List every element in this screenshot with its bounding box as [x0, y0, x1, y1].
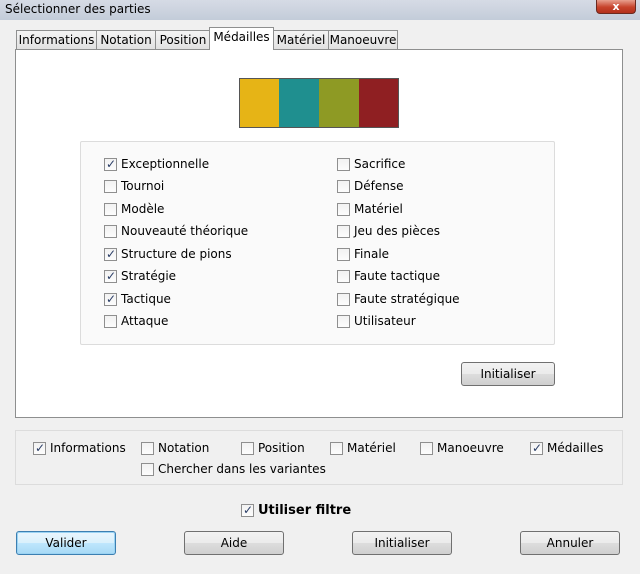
medal-materiel-checkbox[interactable]: Matériel: [337, 202, 403, 216]
checkbox-box[interactable]: [104, 157, 117, 171]
checkbox-label: Manoeuvre: [437, 441, 504, 455]
checkbox-label: Notation: [158, 441, 210, 455]
checkbox-box[interactable]: [104, 179, 117, 193]
validate-button[interactable]: Valider: [16, 531, 116, 555]
checkbox-box[interactable]: [104, 292, 117, 306]
filter-informations-checkbox[interactable]: Informations: [33, 441, 126, 455]
checkbox-box[interactable]: [337, 247, 350, 261]
checkbox-label: Stratégie: [121, 269, 177, 283]
medal-utilisateur-checkbox[interactable]: Utilisateur: [337, 314, 416, 328]
window-titlebar: Sélectionner des parties x: [0, 0, 640, 20]
filter-position-checkbox[interactable]: Position: [241, 441, 305, 455]
checkbox-box[interactable]: [337, 292, 350, 306]
window-title: Sélectionner des parties: [5, 2, 151, 16]
checkbox-box[interactable]: [337, 179, 350, 193]
medal-attaque-checkbox[interactable]: Attaque: [104, 314, 168, 328]
tab-position[interactable]: Position: [155, 30, 211, 49]
filter-notation-checkbox[interactable]: Notation: [141, 441, 209, 455]
checkbox-box[interactable]: [33, 441, 46, 455]
checkbox-box[interactable]: [337, 224, 350, 238]
reset-button[interactable]: Initialiser: [352, 531, 452, 555]
checkbox-label: Tactique: [121, 292, 171, 306]
checkbox-label: Faute tactique: [354, 269, 440, 283]
tab-label: Notation: [100, 33, 152, 47]
medal-defense-checkbox[interactable]: Défense: [337, 179, 403, 193]
checkbox-label: Tournoi: [121, 179, 165, 193]
medal-nouveaute-checkbox[interactable]: Nouveauté théorique: [104, 224, 248, 238]
checkbox-box[interactable]: [104, 247, 117, 261]
checkbox-box[interactable]: [104, 314, 117, 328]
checkbox-label: Finale: [354, 247, 390, 261]
tab-label: Matériel: [276, 33, 326, 47]
checkbox-box[interactable]: [420, 441, 433, 455]
medal-finale-checkbox[interactable]: Finale: [337, 247, 389, 261]
checkbox-label: Utilisateur: [354, 314, 416, 328]
medal-structure-checkbox[interactable]: Structure de pions: [104, 247, 232, 261]
medal-faute-tactique-checkbox[interactable]: Faute tactique: [337, 269, 440, 283]
close-button[interactable]: x: [596, 0, 636, 14]
checkbox-label: Modèle: [121, 202, 165, 216]
medal-jeu-pieces-checkbox[interactable]: Jeu des pièces: [337, 224, 440, 238]
medal-strategie-checkbox[interactable]: Stratégie: [104, 269, 176, 283]
tab-materiel[interactable]: Matériel: [273, 30, 329, 49]
checkbox-box[interactable]: [337, 314, 350, 328]
medal-tournoi-checkbox[interactable]: Tournoi: [104, 179, 164, 193]
tab-medailles[interactable]: Médailles: [209, 27, 274, 50]
medal-exceptionnelle-checkbox[interactable]: Exceptionnelle: [104, 157, 209, 171]
checkbox-label: Attaque: [121, 314, 169, 328]
checkbox-box[interactable]: [241, 441, 254, 455]
medal-faute-strategique-checkbox[interactable]: Faute stratégique: [337, 292, 460, 306]
checkbox-box[interactable]: [337, 157, 350, 171]
checkbox-label: Faute stratégique: [354, 292, 460, 306]
tab-label: Informations: [18, 33, 95, 47]
checkbox-label: Défense: [354, 179, 404, 193]
medal-color-olive: [319, 78, 359, 128]
filter-medailles-checkbox[interactable]: Médailles: [530, 441, 603, 455]
search-variants-checkbox[interactable]: Chercher dans les variantes: [141, 462, 326, 476]
medal-color-teal: [279, 78, 319, 128]
checkbox-box[interactable]: [104, 269, 117, 283]
cancel-button[interactable]: Annuler: [520, 531, 620, 555]
checkbox-label: Matériel: [347, 441, 396, 455]
checkbox-box[interactable]: [330, 441, 343, 455]
checkbox-box[interactable]: [141, 462, 154, 476]
checkbox-label: Informations: [50, 441, 126, 455]
checkbox-label: Médailles: [547, 441, 604, 455]
checkbox-box[interactable]: [141, 441, 154, 455]
medal-color-red: [359, 78, 399, 128]
checkbox-label: Utiliser filtre: [258, 503, 352, 518]
filter-group: [15, 430, 623, 485]
checkbox-label: Jeu des pièces: [354, 224, 440, 238]
checkbox-label: Structure de pions: [121, 247, 232, 261]
checkbox-label: Matériel: [354, 202, 403, 216]
medal-color-gold: [239, 78, 279, 128]
filter-manoeuvre-checkbox[interactable]: Manoeuvre: [420, 441, 504, 455]
checkbox-box[interactable]: [337, 269, 350, 283]
checkbox-box[interactable]: [104, 224, 117, 238]
help-button[interactable]: Aide: [184, 531, 284, 555]
medal-tactique-checkbox[interactable]: Tactique: [104, 292, 171, 306]
tab-label: Manoeuvre: [329, 33, 397, 47]
use-filter-checkbox[interactable]: Utiliser filtre: [241, 503, 351, 518]
checkbox-label: Chercher dans les variantes: [158, 462, 326, 476]
checkbox-box[interactable]: [337, 202, 350, 216]
checkbox-label: Position: [258, 441, 305, 455]
tab-notation[interactable]: Notation: [96, 30, 156, 49]
tab-informations[interactable]: Informations: [16, 30, 97, 49]
checkbox-box[interactable]: [241, 503, 254, 517]
tab-label: Médailles: [213, 30, 270, 44]
checkbox-label: Sacrifice: [354, 157, 406, 171]
checkbox-label: Exceptionnelle: [121, 157, 210, 171]
checkbox-box[interactable]: [530, 441, 543, 455]
filter-materiel-checkbox[interactable]: Matériel: [330, 441, 396, 455]
medal-modele-checkbox[interactable]: Modèle: [104, 202, 164, 216]
panel-reset-button[interactable]: Initialiser: [461, 362, 555, 386]
checkbox-label: Nouveauté théorique: [121, 224, 249, 238]
close-icon: x: [612, 0, 620, 13]
checkbox-box[interactable]: [104, 202, 117, 216]
medal-sacrifice-checkbox[interactable]: Sacrifice: [337, 157, 405, 171]
tab-label: Position: [159, 33, 207, 47]
tab-manoeuvre[interactable]: Manoeuvre: [328, 30, 398, 49]
